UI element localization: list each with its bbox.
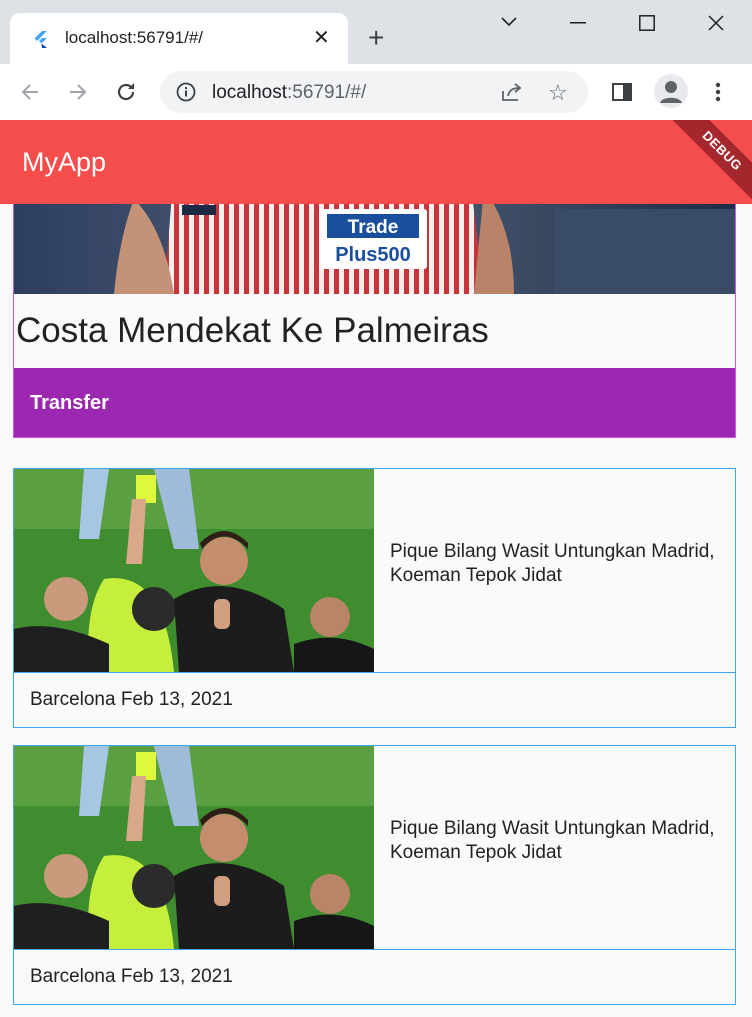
- tab-title: localhost:56791/#/: [65, 28, 203, 47]
- news-card-footer: Barcelona Feb 13, 2021: [30, 689, 233, 710]
- back-icon[interactable]: [16, 78, 44, 106]
- news-feed[interactable]: Trade Plus500 Costa Mendekat Ke Palmeira…: [0, 204, 752, 1017]
- maximize-icon[interactable]: [639, 15, 655, 31]
- flutter-favicon: [34, 31, 47, 48]
- forward-icon[interactable]: [64, 78, 92, 106]
- info-icon[interactable]: [176, 82, 196, 102]
- featured-news-title: Costa Mendekat Ke Palmeiras: [16, 311, 489, 350]
- card-divider: [14, 949, 735, 950]
- url-path: :56791/#/: [287, 82, 367, 103]
- app-bar: MyApp DEBUG: [0, 120, 752, 204]
- news-card-headline: Pique Bilang Wasit Untungkan Madrid, Koe…: [390, 541, 715, 586]
- browser-tab[interactable]: localhost:56791/#/ ✕: [10, 13, 348, 65]
- news-card-footer: Barcelona Feb 13, 2021: [30, 966, 233, 987]
- chevron-down-icon[interactable]: [500, 16, 518, 28]
- news-card-image: [14, 746, 374, 949]
- news-card-headline: Pique Bilang Wasit Untungkan Madrid, Koe…: [390, 818, 715, 863]
- news-card[interactable]: Pique Bilang Wasit Untungkan Madrid, Koe…: [13, 468, 736, 728]
- address-bar[interactable]: localhost:56791/#/ ☆: [160, 71, 588, 113]
- sidepanel-icon[interactable]: [608, 78, 636, 106]
- news-card-image: [14, 469, 374, 672]
- jersey-sponsor-2: Plus500: [335, 244, 411, 266]
- close-icon[interactable]: ✕: [313, 27, 330, 49]
- featured-news-card[interactable]: Trade Plus500 Costa Mendekat Ke Palmeira…: [13, 204, 736, 438]
- card-divider: [14, 672, 735, 673]
- category-label: Transfer: [30, 392, 109, 414]
- debug-banner: DEBUG: [670, 120, 752, 203]
- minimize-icon[interactable]: [570, 22, 586, 24]
- browser-toolbar: localhost:56791/#/ ☆: [0, 64, 752, 121]
- url-host: localhost: [212, 82, 287, 103]
- star-icon[interactable]: ☆: [548, 80, 568, 106]
- reload-icon[interactable]: [112, 78, 140, 106]
- window-close-icon[interactable]: [708, 15, 724, 31]
- news-card[interactable]: Pique Bilang Wasit Untungkan Madrid, Koe…: [13, 745, 736, 1005]
- more-vert-icon[interactable]: [704, 78, 732, 106]
- category-banner[interactable]: Transfer: [14, 368, 735, 437]
- profile-icon[interactable]: [654, 74, 688, 108]
- jersey-sponsor-1: Trade: [348, 217, 399, 238]
- plus-icon[interactable]: +: [368, 24, 384, 52]
- app-title: MyApp: [22, 147, 107, 177]
- tab-strip: localhost:56791/#/ ✕ +: [0, 0, 752, 65]
- featured-news-image: Trade Plus500: [14, 204, 735, 294]
- url-text[interactable]: localhost:56791/#/: [212, 82, 366, 104]
- share-icon[interactable]: [500, 81, 524, 103]
